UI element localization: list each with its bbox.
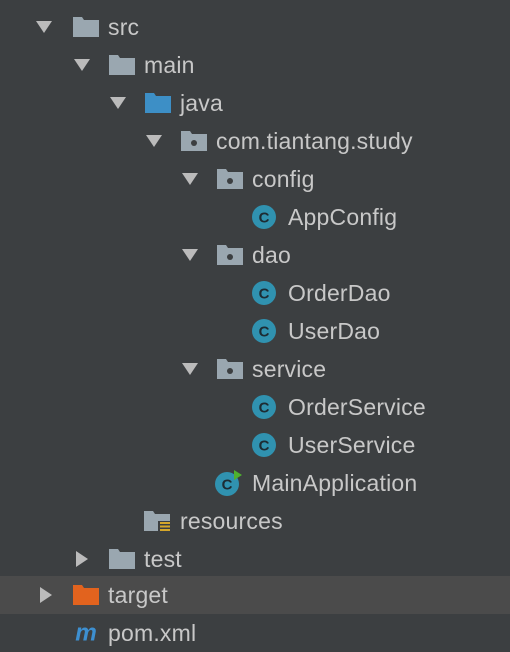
- tree-item-label: src: [108, 13, 140, 40]
- tree-item-label: UserDao: [288, 317, 381, 344]
- svg-text:C: C: [259, 324, 270, 341]
- tree-item-pom[interactable]: m pom.xml: [0, 614, 510, 652]
- tree-item-orderservice[interactable]: C OrderService: [0, 388, 510, 426]
- tree-item-label: test: [144, 545, 182, 572]
- package-icon: [216, 160, 244, 198]
- tree-item-label: service: [252, 355, 327, 382]
- svg-text:C: C: [259, 438, 270, 455]
- tree-item-main[interactable]: main: [0, 46, 510, 84]
- folder-icon: [72, 8, 100, 46]
- class-icon: C: [250, 274, 278, 312]
- tree-item-label: OrderService: [288, 393, 426, 420]
- svg-text:C: C: [222, 477, 233, 494]
- svg-text:C: C: [259, 210, 270, 227]
- tree-item-target[interactable]: target: [0, 576, 510, 614]
- svg-text:C: C: [259, 400, 270, 417]
- maven-icon: m: [72, 614, 100, 652]
- tree-item-label: UserService: [288, 431, 416, 458]
- tree-item-label: OrderDao: [288, 279, 391, 306]
- class-icon: C: [250, 312, 278, 350]
- tree-item-label: MainApplication: [252, 469, 418, 496]
- tree-item-label: pom.xml: [108, 619, 197, 646]
- tree-item-package-root[interactable]: com.tiantang.study: [0, 122, 510, 160]
- tree-item-label: com.tiantang.study: [216, 127, 413, 154]
- svg-text:C: C: [259, 286, 270, 303]
- tree-item-appconfig[interactable]: C AppConfig: [0, 198, 510, 236]
- svg-text:m: m: [75, 620, 97, 646]
- tree-item-label: AppConfig: [288, 203, 398, 230]
- tree-item-label: dao: [252, 241, 291, 268]
- tree-item-dao[interactable]: dao: [0, 236, 510, 274]
- folder-icon: [108, 540, 136, 578]
- tree-item-label: main: [144, 51, 195, 78]
- class-icon: C: [250, 426, 278, 464]
- tree-item-resources[interactable]: resources: [0, 502, 510, 540]
- tree-item-userservice[interactable]: C UserService: [0, 426, 510, 464]
- expand-arrow-icon[interactable]: [34, 8, 54, 46]
- tree-item-test[interactable]: test: [0, 540, 510, 578]
- package-icon: [180, 122, 208, 160]
- collapse-arrow-icon[interactable]: [72, 540, 92, 578]
- tree-item-label: target: [108, 581, 169, 608]
- tree-item-config[interactable]: config: [0, 160, 510, 198]
- tree-item-userdao[interactable]: C UserDao: [0, 312, 510, 350]
- tree-item-orderdao[interactable]: C OrderDao: [0, 274, 510, 312]
- expand-arrow-icon[interactable]: [180, 350, 200, 388]
- class-icon: C: [250, 198, 278, 236]
- tree-item-mainapplication[interactable]: C MainApplication: [0, 464, 510, 502]
- expand-arrow-icon[interactable]: [144, 122, 164, 160]
- class-icon: C: [250, 388, 278, 426]
- tree-item-label: java: [180, 89, 223, 116]
- package-icon: [216, 350, 244, 388]
- folder-icon: [108, 46, 136, 84]
- tree-item-src[interactable]: src: [0, 8, 510, 46]
- collapse-arrow-icon[interactable]: [36, 576, 56, 614]
- package-icon: [216, 236, 244, 274]
- expand-arrow-icon[interactable]: [72, 46, 92, 84]
- tree-item-service[interactable]: service: [0, 350, 510, 388]
- expand-arrow-icon[interactable]: [108, 84, 128, 122]
- tree-item-label: resources: [180, 507, 283, 534]
- expand-arrow-icon[interactable]: [180, 236, 200, 274]
- resources-folder-icon: [144, 502, 172, 540]
- runnable-class-icon: C: [214, 464, 242, 502]
- excluded-folder-icon: [72, 576, 100, 614]
- source-folder-icon: [144, 84, 172, 122]
- project-tree: src main java com.tiantang.study config …: [0, 0, 510, 652]
- expand-arrow-icon[interactable]: [180, 160, 200, 198]
- tree-item-java[interactable]: java: [0, 84, 510, 122]
- tree-item-label: config: [252, 165, 315, 192]
